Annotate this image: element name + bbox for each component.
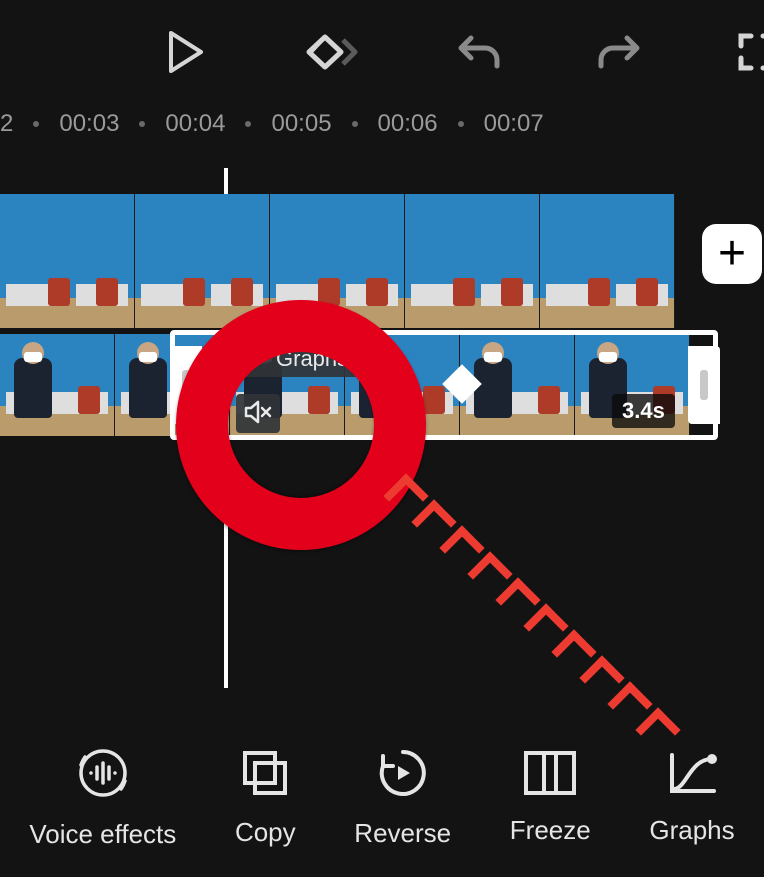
tool-reverse[interactable]: Reverse (354, 746, 451, 849)
timeline[interactable]: + Graphs 3.4s (0, 194, 764, 328)
clip-thumbnail[interactable] (270, 194, 405, 328)
copy-icon (239, 747, 291, 799)
graph-chip-label: Graphs (276, 346, 348, 372)
ruler-dot (458, 121, 464, 127)
ruler-dot (139, 121, 145, 127)
video-track-overlay[interactable]: Graphs 3.4s (0, 334, 720, 440)
tool-label: Copy (235, 817, 296, 848)
time-partial: 2 (0, 110, 13, 138)
graph-chip[interactable]: Graphs (236, 342, 360, 377)
clip-thumbnail[interactable] (405, 194, 540, 328)
time-mark: 00:07 (484, 110, 544, 138)
time-mark: 00:04 (165, 110, 225, 138)
freeze-icon (522, 749, 578, 797)
redo-icon[interactable] (597, 32, 641, 72)
video-track-primary[interactable] (0, 194, 676, 328)
clip-start-marker (206, 374, 232, 406)
fullscreen-icon[interactable] (737, 32, 764, 72)
play-icon[interactable] (167, 31, 205, 73)
ruler-dot (33, 121, 39, 127)
trim-handle-left[interactable] (170, 346, 202, 424)
undo-icon[interactable] (457, 32, 501, 72)
mute-indicator[interactable] (236, 394, 280, 433)
tool-label: Freeze (510, 815, 591, 846)
tool-freeze[interactable]: Freeze (510, 749, 591, 846)
ruler-dot (352, 121, 358, 127)
clip-thumbnail[interactable] (540, 194, 675, 328)
time-ruler[interactable]: 2 00:03 00:04 00:05 00:06 00:07 (0, 104, 764, 144)
top-toolbar (0, 0, 764, 104)
time-mark: 00:03 (59, 110, 119, 138)
time-mark: 00:06 (378, 110, 438, 138)
time-mark: 00:05 (271, 110, 331, 138)
graph-curve-icon (244, 346, 268, 372)
tool-copy[interactable]: Copy (235, 747, 296, 848)
keyframe-icon[interactable] (301, 30, 361, 74)
mute-icon (244, 411, 272, 428)
tool-graphs[interactable]: Graphs (649, 749, 734, 846)
reverse-icon (376, 746, 430, 800)
add-clip-button[interactable]: + (702, 224, 762, 284)
tool-label: Reverse (354, 818, 451, 849)
graphs-icon (666, 749, 718, 797)
tool-label: Voice effects (29, 819, 176, 850)
bottom-toolbar: Voice effects Copy Reverse (0, 717, 764, 877)
clip-thumbnail[interactable] (0, 194, 135, 328)
clip-thumbnail[interactable] (135, 194, 270, 328)
trim-handle-right[interactable] (688, 346, 720, 424)
tool-label: Graphs (649, 815, 734, 846)
tool-voice-effects[interactable]: Voice effects (29, 745, 176, 850)
voice-effects-icon (75, 745, 131, 801)
ruler-dot (245, 121, 251, 127)
clip-duration-badge: 3.4s (612, 394, 675, 428)
